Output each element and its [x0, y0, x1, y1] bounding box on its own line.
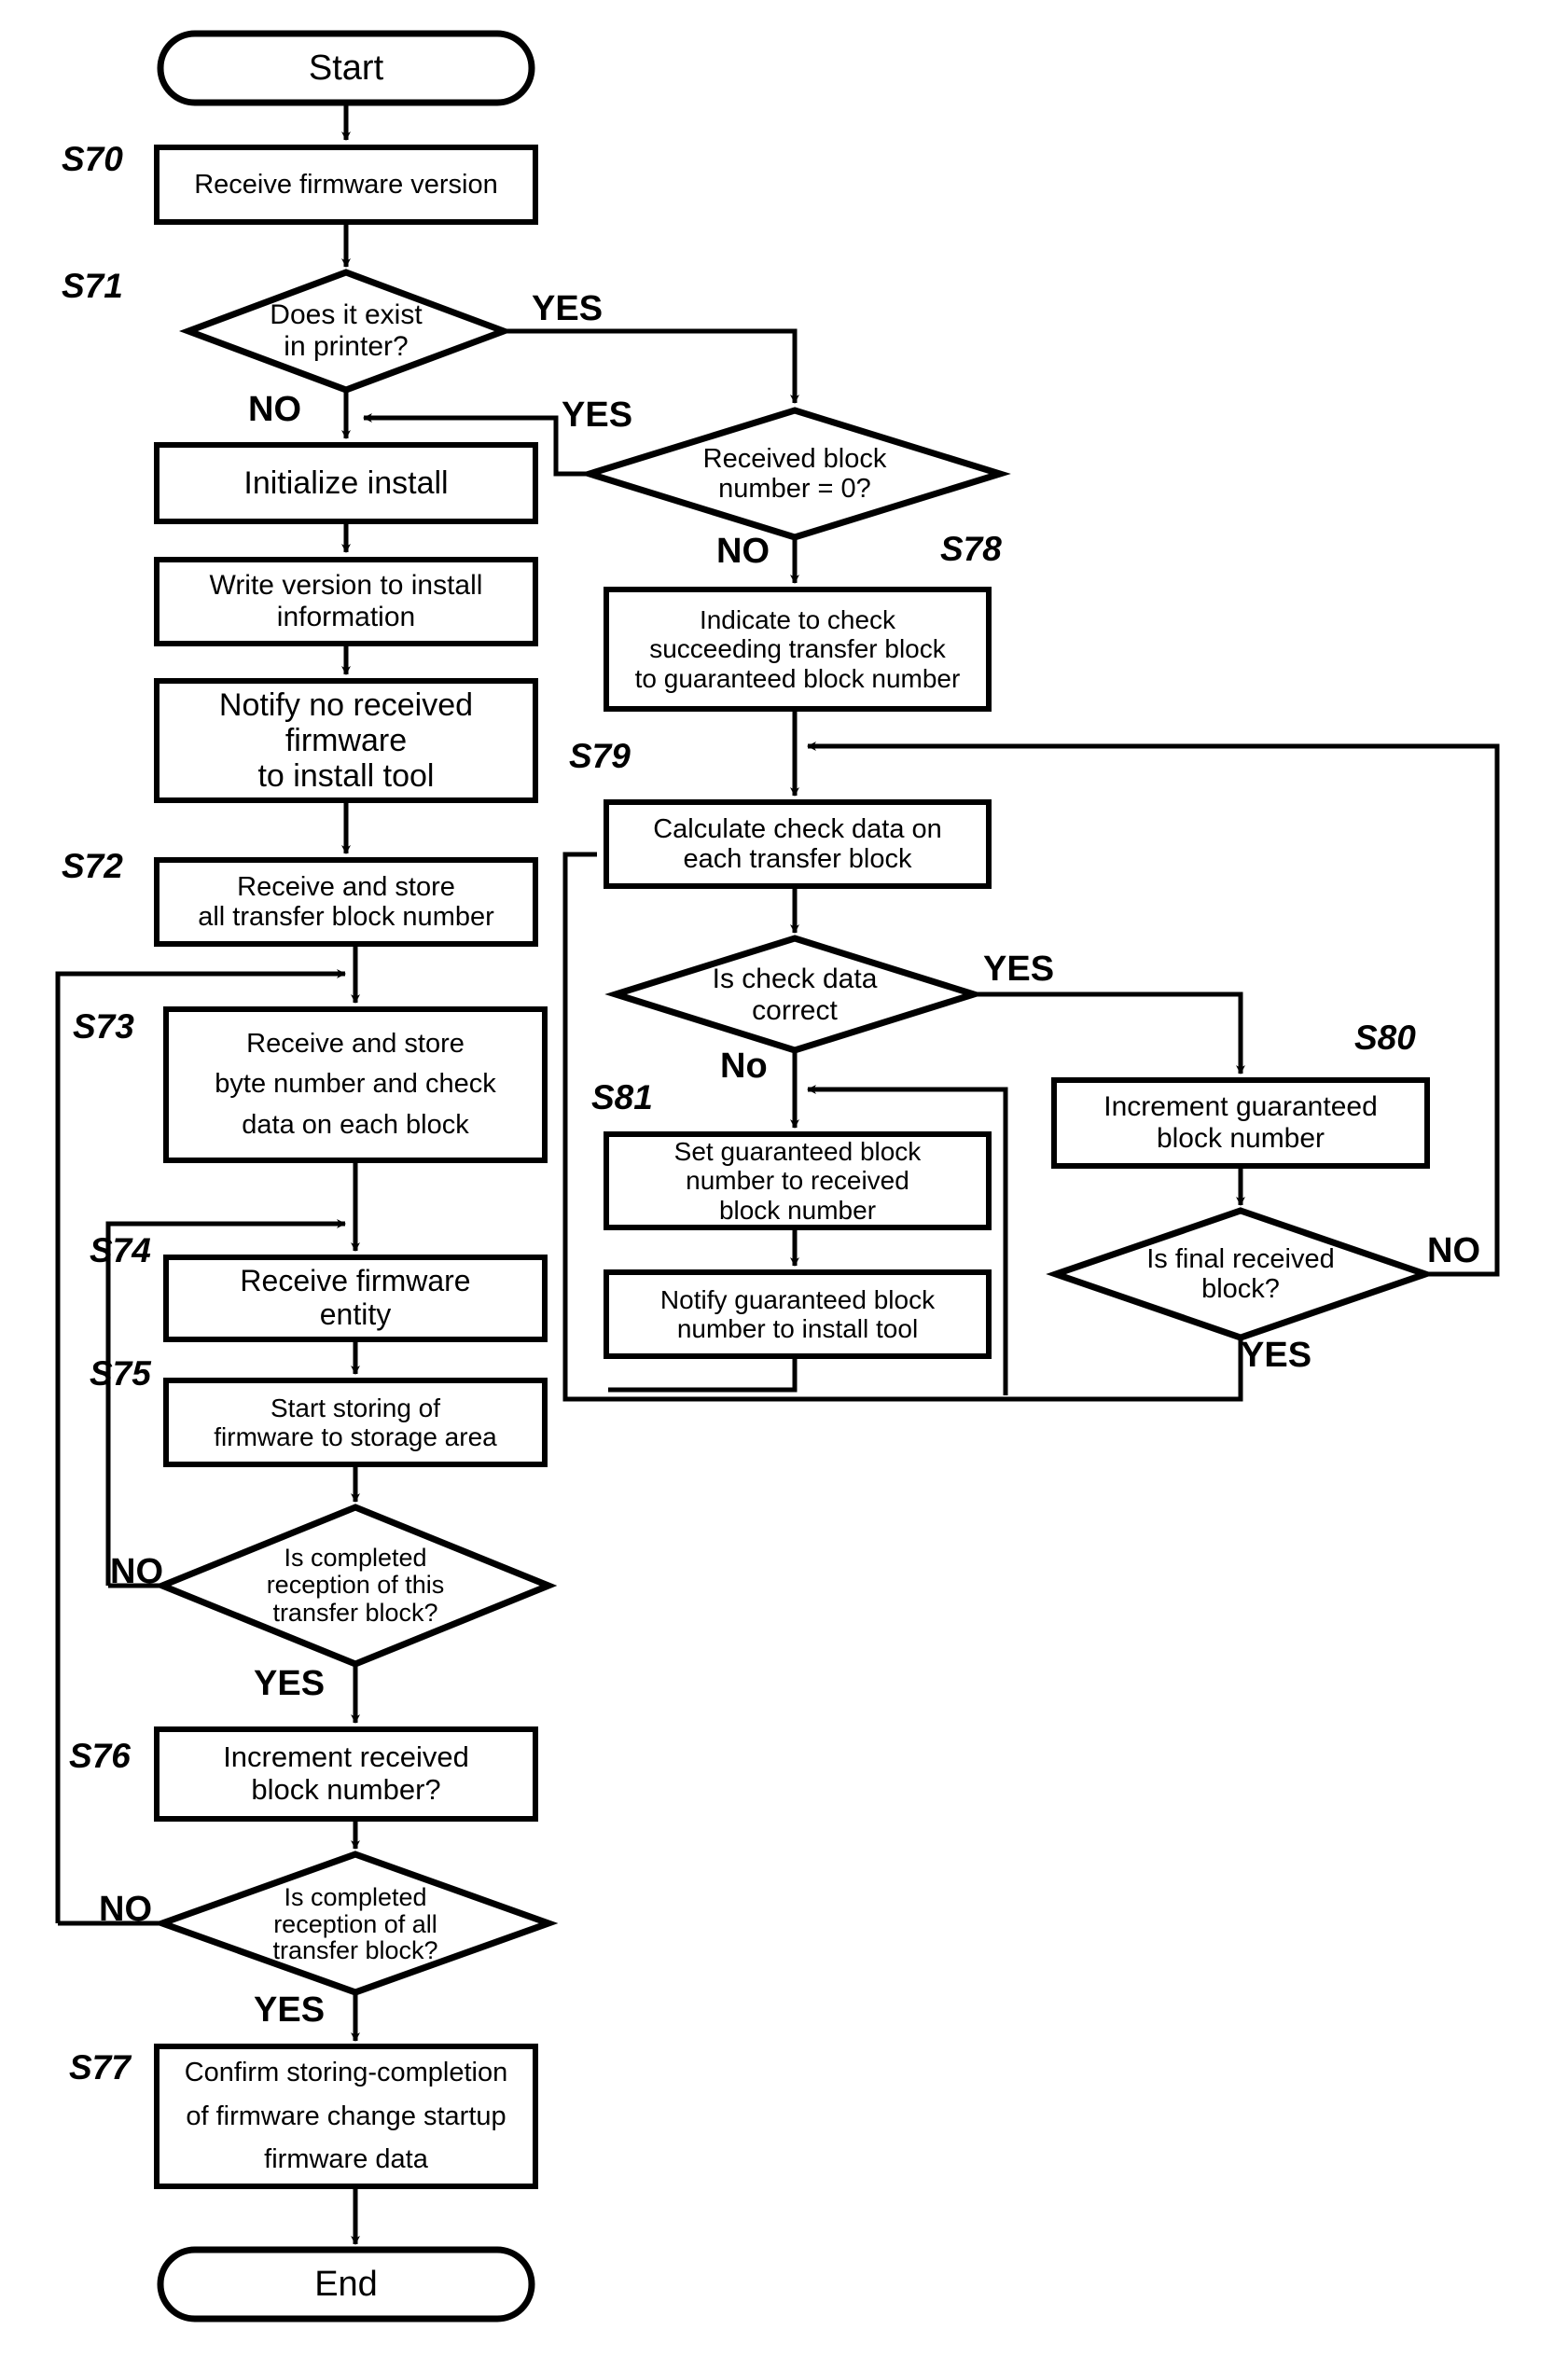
- step-label-s80: S80: [1354, 1019, 1416, 1057]
- shape-s72: [154, 857, 538, 947]
- shape-s81a: [604, 1131, 992, 1230]
- edge-decision-check-yes: [974, 991, 1245, 1075]
- shape-notify: [154, 678, 538, 803]
- shape-decision-all-block: [152, 1851, 559, 1996]
- edge-label-this-block-yes: YES: [254, 1664, 326, 1703]
- step-label-s75: S75: [90, 1354, 151, 1393]
- step-label-s73: S73: [73, 1007, 134, 1046]
- edge-label-received-block-no: NO: [716, 532, 770, 571]
- shape-s76: [154, 1726, 538, 1822]
- step-label-s76: S76: [69, 1737, 131, 1775]
- shape-s75: [163, 1378, 548, 1467]
- edge-s71-yes: [504, 328, 799, 404]
- edge-label-final-block-no: NO: [1427, 1231, 1480, 1270]
- shape-s79: [604, 799, 992, 889]
- step-label-s70: S70: [62, 140, 123, 178]
- edge-label-all-block-yes: YES: [254, 1990, 326, 2030]
- edge-label-check-data-no: No: [720, 1047, 768, 1086]
- edge-label-received-block-yes: YES: [562, 395, 633, 435]
- edge-label-final-block-yes: YES: [1241, 1336, 1312, 1375]
- shape-s81b: [604, 1269, 992, 1359]
- shape-s77: [154, 2044, 538, 2189]
- edge-label-s71-no: NO: [248, 390, 301, 429]
- shape-end: [157, 2246, 535, 2322]
- shape-s74: [163, 1255, 548, 1342]
- shape-s70: [154, 145, 538, 225]
- step-label-s74: S74: [90, 1231, 151, 1269]
- shape-write: [154, 557, 538, 646]
- step-label-s72: S72: [62, 847, 123, 885]
- shape-s71: [178, 269, 514, 394]
- shape-s73: [163, 1006, 548, 1163]
- shape-decision-final-block: [1046, 1207, 1436, 1341]
- edge-s81b-return: [608, 1356, 798, 1393]
- step-label-s77: S77: [69, 2048, 131, 2087]
- shape-init: [154, 442, 538, 524]
- step-label-s81: S81: [591, 1078, 653, 1116]
- shape-decision-this-block: [153, 1504, 558, 1668]
- edge-label-check-data-yes: YES: [983, 950, 1055, 989]
- flowchart-graphics: [55, 30, 1500, 2322]
- shape-decision-received-block: [578, 407, 1011, 541]
- edge-label-this-block-no: NO: [110, 1552, 163, 1591]
- shape-s80: [1051, 1077, 1430, 1169]
- shape-decision-check-data: [604, 935, 985, 1054]
- flowchart-canvas: Start Receive firmware version Does it e…: [0, 0, 1568, 2371]
- step-label-s78: S78: [940, 530, 1002, 568]
- step-label-s79: S79: [569, 737, 631, 775]
- step-label-s71: S71: [62, 267, 123, 305]
- shape-s78: [604, 587, 992, 712]
- edge-label-all-block-no: NO: [99, 1890, 152, 1929]
- edge-label-s71-yes: YES: [532, 289, 604, 328]
- shape-start: [157, 30, 535, 106]
